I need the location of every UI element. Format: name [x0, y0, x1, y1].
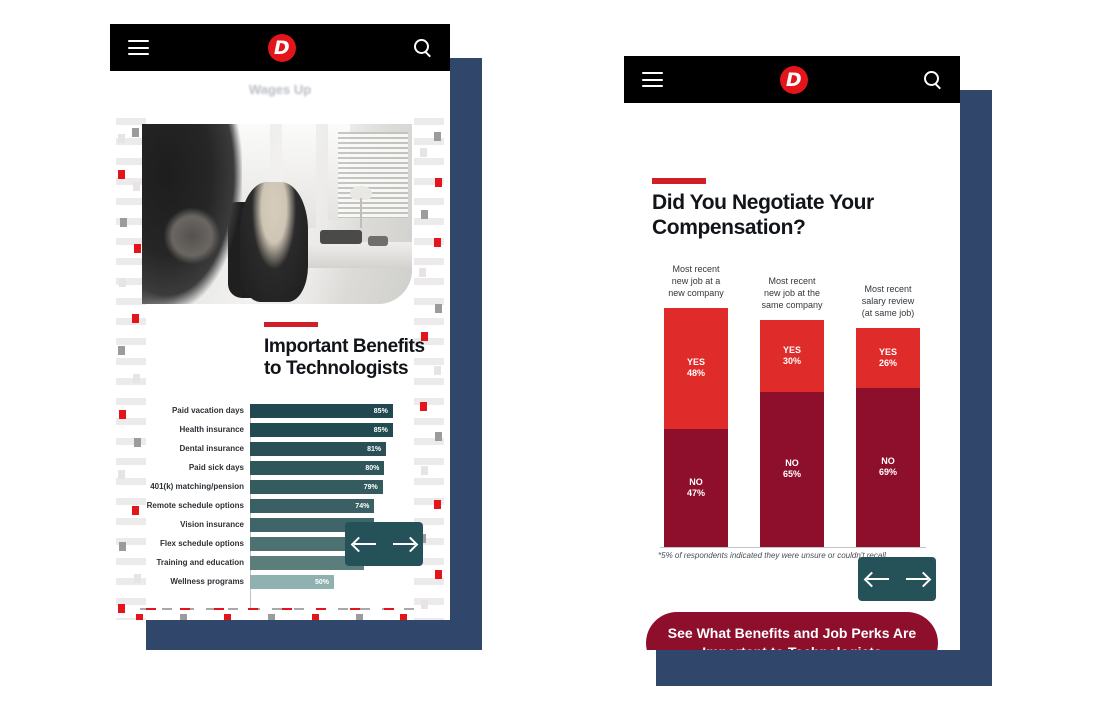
- bar-label: Dental insurance: [179, 444, 244, 453]
- bar-fill: 85%: [250, 423, 393, 437]
- bar-value: 85%: [373, 407, 388, 415]
- segment-no: NO 69%: [856, 388, 920, 547]
- hamburger-icon[interactable]: [128, 40, 149, 55]
- title-accent-rule: [264, 322, 318, 327]
- infographic-title: Important Benefits to Technologists: [264, 336, 425, 380]
- bar-value: 81%: [367, 445, 382, 453]
- segment-no: NO 65%: [760, 391, 824, 547]
- arrow-right-icon[interactable]: [904, 570, 931, 588]
- bar-row: Health insurance 85%: [180, 423, 418, 437]
- bar-value: 79%: [363, 483, 378, 491]
- page-ghost-heading: Wages Up: [248, 82, 312, 97]
- bar-fill: 50%: [250, 575, 334, 589]
- segment-yes: YES 30%: [760, 320, 824, 392]
- left-topbar: D: [110, 24, 450, 71]
- negotiation-stacked-chart: Most recent new job at a new company YES…: [660, 264, 926, 548]
- bar-value: 85%: [373, 426, 388, 434]
- segment-yes: YES 26%: [856, 328, 920, 388]
- arrow-left-icon[interactable]: [863, 570, 891, 588]
- bar-label: Wellness programs: [170, 577, 244, 586]
- right-carousel-nav: [858, 557, 936, 601]
- cta-button[interactable]: See What Benefits and Job Perks Are Impo…: [646, 612, 938, 650]
- bar-value: 74%: [355, 502, 370, 510]
- dice-logo-icon[interactable]: D: [779, 65, 808, 94]
- segment-series-name: NO: [881, 456, 895, 467]
- bar-fill: 81%: [250, 442, 387, 456]
- search-icon[interactable]: [414, 38, 432, 57]
- hamburger-icon[interactable]: [642, 72, 663, 87]
- bar-label: Remote schedule options: [146, 501, 244, 510]
- bar-label: Health insurance: [179, 425, 244, 434]
- segment-value: 65%: [782, 469, 801, 480]
- bar-value: 80%: [365, 464, 380, 472]
- bar-row: Remote schedule options 74%: [147, 499, 418, 513]
- segment-series-name: NO: [689, 476, 703, 487]
- bar-row: Paid vacation days 85%: [172, 404, 418, 418]
- article-photo: [142, 124, 412, 304]
- segment-series-name: NO: [785, 458, 799, 469]
- title-accent-rule-visible: [652, 178, 706, 184]
- segment-series-name: YES: [878, 346, 897, 357]
- bar-fill: 79%: [250, 480, 383, 494]
- left-carousel-nav: [345, 522, 423, 566]
- bar-label: Vision insurance: [180, 520, 244, 529]
- segment-value: 47%: [686, 487, 705, 498]
- column-header: Most recent new job at a new company: [668, 264, 724, 299]
- benefits-bar-chart: Paid vacation days 85% Health insurance …: [147, 404, 418, 608]
- bar-label: Training and education: [156, 558, 244, 567]
- column-header: Most recent new job at the same company: [761, 276, 823, 311]
- segment-value: 30%: [782, 355, 801, 366]
- column-group: Most recent new job at the same company …: [760, 276, 824, 547]
- column-group: Most recent new job at a new company YES…: [664, 264, 728, 547]
- right-topbar: D: [624, 56, 960, 103]
- bar-label: 401(k) matching/pension: [150, 482, 244, 491]
- search-icon[interactable]: [924, 70, 942, 89]
- bar-fill: 74%: [250, 499, 375, 513]
- chart-baseline: [660, 547, 926, 548]
- bar-row: Wellness programs 50%: [170, 575, 418, 589]
- bar-label: Paid vacation days: [171, 406, 244, 415]
- column-group: Most recent salary review (at same job) …: [856, 284, 920, 547]
- arrow-right-icon[interactable]: [391, 535, 418, 553]
- segment-series-name: YES: [686, 357, 705, 368]
- column-header: Most recent salary review (at same job): [861, 284, 915, 319]
- arrow-left-icon[interactable]: [350, 535, 378, 553]
- bar-value: 50%: [314, 578, 329, 586]
- bar-fill: 80%: [250, 461, 385, 475]
- segment-value: 69%: [878, 467, 897, 478]
- bar-row: Paid sick days 80%: [189, 461, 418, 475]
- bar-label: Flex schedule options: [159, 539, 244, 548]
- bar-row: Dental insurance 81%: [180, 442, 418, 456]
- dice-logo-icon[interactable]: D: [267, 33, 296, 62]
- bar-label: Paid sick days: [188, 463, 244, 472]
- bar-fill: 85%: [250, 404, 393, 418]
- segment-yes: YES 48%: [664, 308, 728, 429]
- segment-no: NO 47%: [664, 428, 728, 547]
- segment-value: 26%: [878, 358, 897, 368]
- infographic-title: Did You Negotiate Your Compensation?: [652, 191, 874, 239]
- segment-value: 48%: [686, 368, 705, 379]
- bar-row: 401(k) matching/pension 79%: [150, 480, 418, 494]
- chart-footnote: *5% of respondents indicated they were u…: [658, 551, 889, 560]
- segment-series-name: YES: [782, 344, 801, 355]
